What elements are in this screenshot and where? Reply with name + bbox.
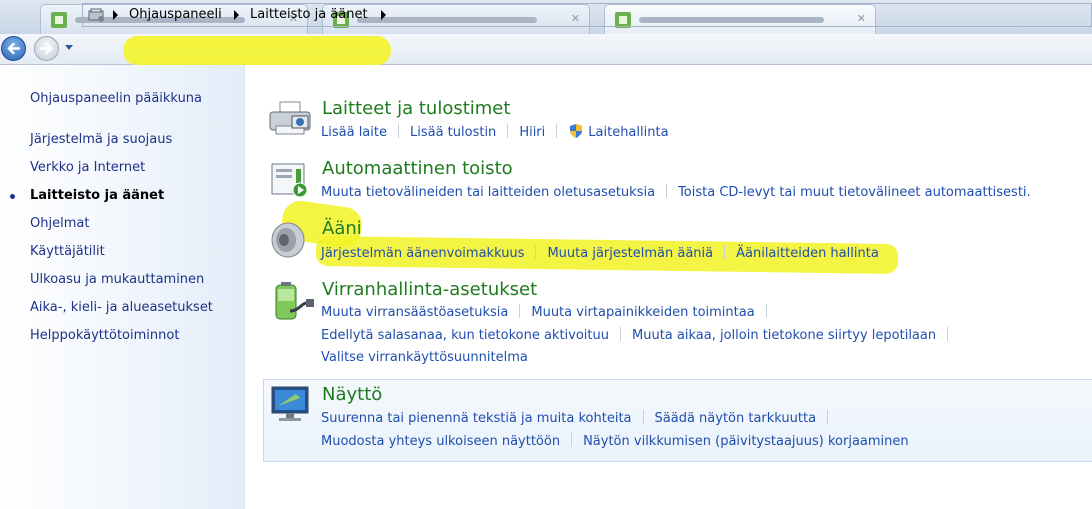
link-separator (947, 327, 949, 341)
link-device-manager[interactable]: Laitehallinta (588, 125, 668, 140)
sidebar-item-clock-language[interactable]: Aika-, kieli- ja alueasetukset (30, 300, 213, 315)
link-change-sleep-time[interactable]: Muuta aikaa, jolloin tietokone siirtyy l… (632, 328, 936, 343)
sidebar-item-appearance[interactable]: Ulkoasu ja mukauttaminen (30, 272, 204, 287)
link-separator (571, 433, 573, 447)
link-change-power-buttons[interactable]: Muuta virtapainikkeiden toimintaa (531, 305, 754, 320)
link-separator (556, 124, 558, 138)
category-title[interactable]: Ääni (322, 218, 362, 239)
category-links: Muodosta yhteys ulkoiseen näyttöön Näytön… (321, 433, 909, 449)
sidebar: Ohjauspaneelin pääikkuna Järjestelmä ja … (0, 65, 245, 509)
category-links: Suurenna tai pienennä tekstiä ja muita k… (321, 410, 839, 426)
link-separator (827, 410, 829, 424)
sidebar-item-user-accounts[interactable]: Käyttäjätilit (30, 244, 105, 259)
link-change-system-sounds[interactable]: Muuta järjestelmän ääniä (547, 246, 713, 261)
link-change-power-saving[interactable]: Muuta virransäästöasetuksia (321, 305, 508, 320)
link-fix-flicker[interactable]: Näytön vilkkumisen (päivitystaajuus) kor… (583, 434, 909, 449)
category-links: Edellytä salasanaa, kun tietokone aktivo… (321, 327, 959, 343)
link-add-printer[interactable]: Lisää tulostin (410, 125, 496, 140)
category-title[interactable]: Automaattinen toisto (322, 158, 513, 179)
link-mouse[interactable]: Hiiri (519, 125, 545, 140)
speaker-icon (271, 222, 305, 258)
link-require-password[interactable]: Edellytä salasanaa, kun tietokone aktivo… (321, 328, 609, 343)
breadcrumb-separator-icon[interactable] (381, 10, 386, 20)
link-add-device[interactable]: Lisää laite (321, 125, 387, 140)
link-resize-text[interactable]: Suurenna tai pienennä tekstiä ja muita k… (321, 411, 632, 426)
link-separator (765, 304, 767, 318)
category-links: Lisää laite Lisää tulostin Hiiri Laitehalli… (321, 123, 669, 140)
link-change-media-defaults[interactable]: Muuta tietovälineiden tai laitteiden ole… (321, 185, 655, 200)
category-links: Valitse virrankäyttösuunnitelma (321, 350, 528, 365)
link-separator (397, 124, 399, 138)
battery-icon (275, 282, 314, 320)
breadcrumb-separator-icon[interactable] (113, 10, 118, 20)
category-title[interactable]: Näyttö (322, 384, 382, 405)
back-arrow-icon (7, 42, 21, 55)
link-separator (642, 410, 644, 424)
link-adjust-resolution[interactable]: Säädä näytön tarkkuutta (655, 411, 817, 426)
sidebar-item-system-security[interactable]: Järjestelmä ja suojaus (30, 132, 172, 147)
breadcrumb-item-ohjauspaneeli[interactable]: Ohjauspaneeli (129, 7, 222, 22)
printer-icon (269, 101, 311, 135)
category-links: Muuta tietovälineiden tai laitteiden ole… (321, 184, 1031, 200)
tab-favicon-icon (51, 12, 67, 28)
sidebar-item-network[interactable]: Verkko ja Internet (30, 160, 145, 175)
forward-arrow-icon (39, 42, 53, 55)
category-links: Järjestelmän äänenvoimakkuus Muuta järjes… (321, 245, 879, 261)
sidebar-item-ease-of-access[interactable]: Helppokäyttötoiminnot (30, 328, 179, 343)
link-separator (666, 184, 668, 198)
category-title[interactable]: Laitteet ja tulostimet (322, 98, 510, 119)
breadcrumb-item-laitteisto[interactable]: Laitteisto ja äänet (250, 7, 368, 22)
forward-button[interactable] (34, 36, 59, 61)
category-links: Muuta virransäästöasetuksia Muuta virtapa… (321, 304, 778, 320)
link-play-cds-automatically[interactable]: Toista CD-levyt tai muut tietovälineet a… (678, 185, 1031, 200)
back-button[interactable] (1, 36, 26, 61)
link-separator (620, 327, 621, 341)
link-system-volume[interactable]: Järjestelmän äänenvoimakkuus (321, 246, 524, 261)
link-choose-power-plan[interactable]: Valitse virrankäyttösuunnitelma (321, 350, 528, 365)
active-bullet-icon (10, 194, 15, 199)
history-dropdown-icon[interactable] (64, 44, 74, 52)
category-title[interactable]: Virranhallinta-asetukset (322, 279, 537, 300)
sidebar-home-link[interactable]: Ohjauspaneelin pääikkuna (30, 91, 202, 106)
link-separator (535, 245, 537, 259)
shield-icon (570, 124, 583, 138)
sidebar-item-hardware-sound: Laitteisto ja äänet (30, 188, 165, 203)
link-connect-external-display[interactable]: Muodosta yhteys ulkoiseen näyttöön (321, 434, 560, 449)
control-panel-icon (88, 8, 104, 22)
breadcrumb-separator-icon[interactable] (234, 10, 239, 20)
monitor-icon (271, 386, 309, 421)
link-separator (519, 304, 521, 318)
link-separator (507, 124, 509, 138)
link-separator (724, 245, 726, 259)
breadcrumb-highlight (123, 36, 391, 65)
sidebar-item-programs[interactable]: Ohjelmat (30, 216, 89, 231)
autoplay-icon (271, 163, 308, 198)
link-manage-audio-devices[interactable]: Äänilaitteiden hallinta (736, 246, 879, 261)
breadcrumb[interactable]: Ohjauspaneeli Laitteisto ja äänet (82, 3, 1092, 27)
